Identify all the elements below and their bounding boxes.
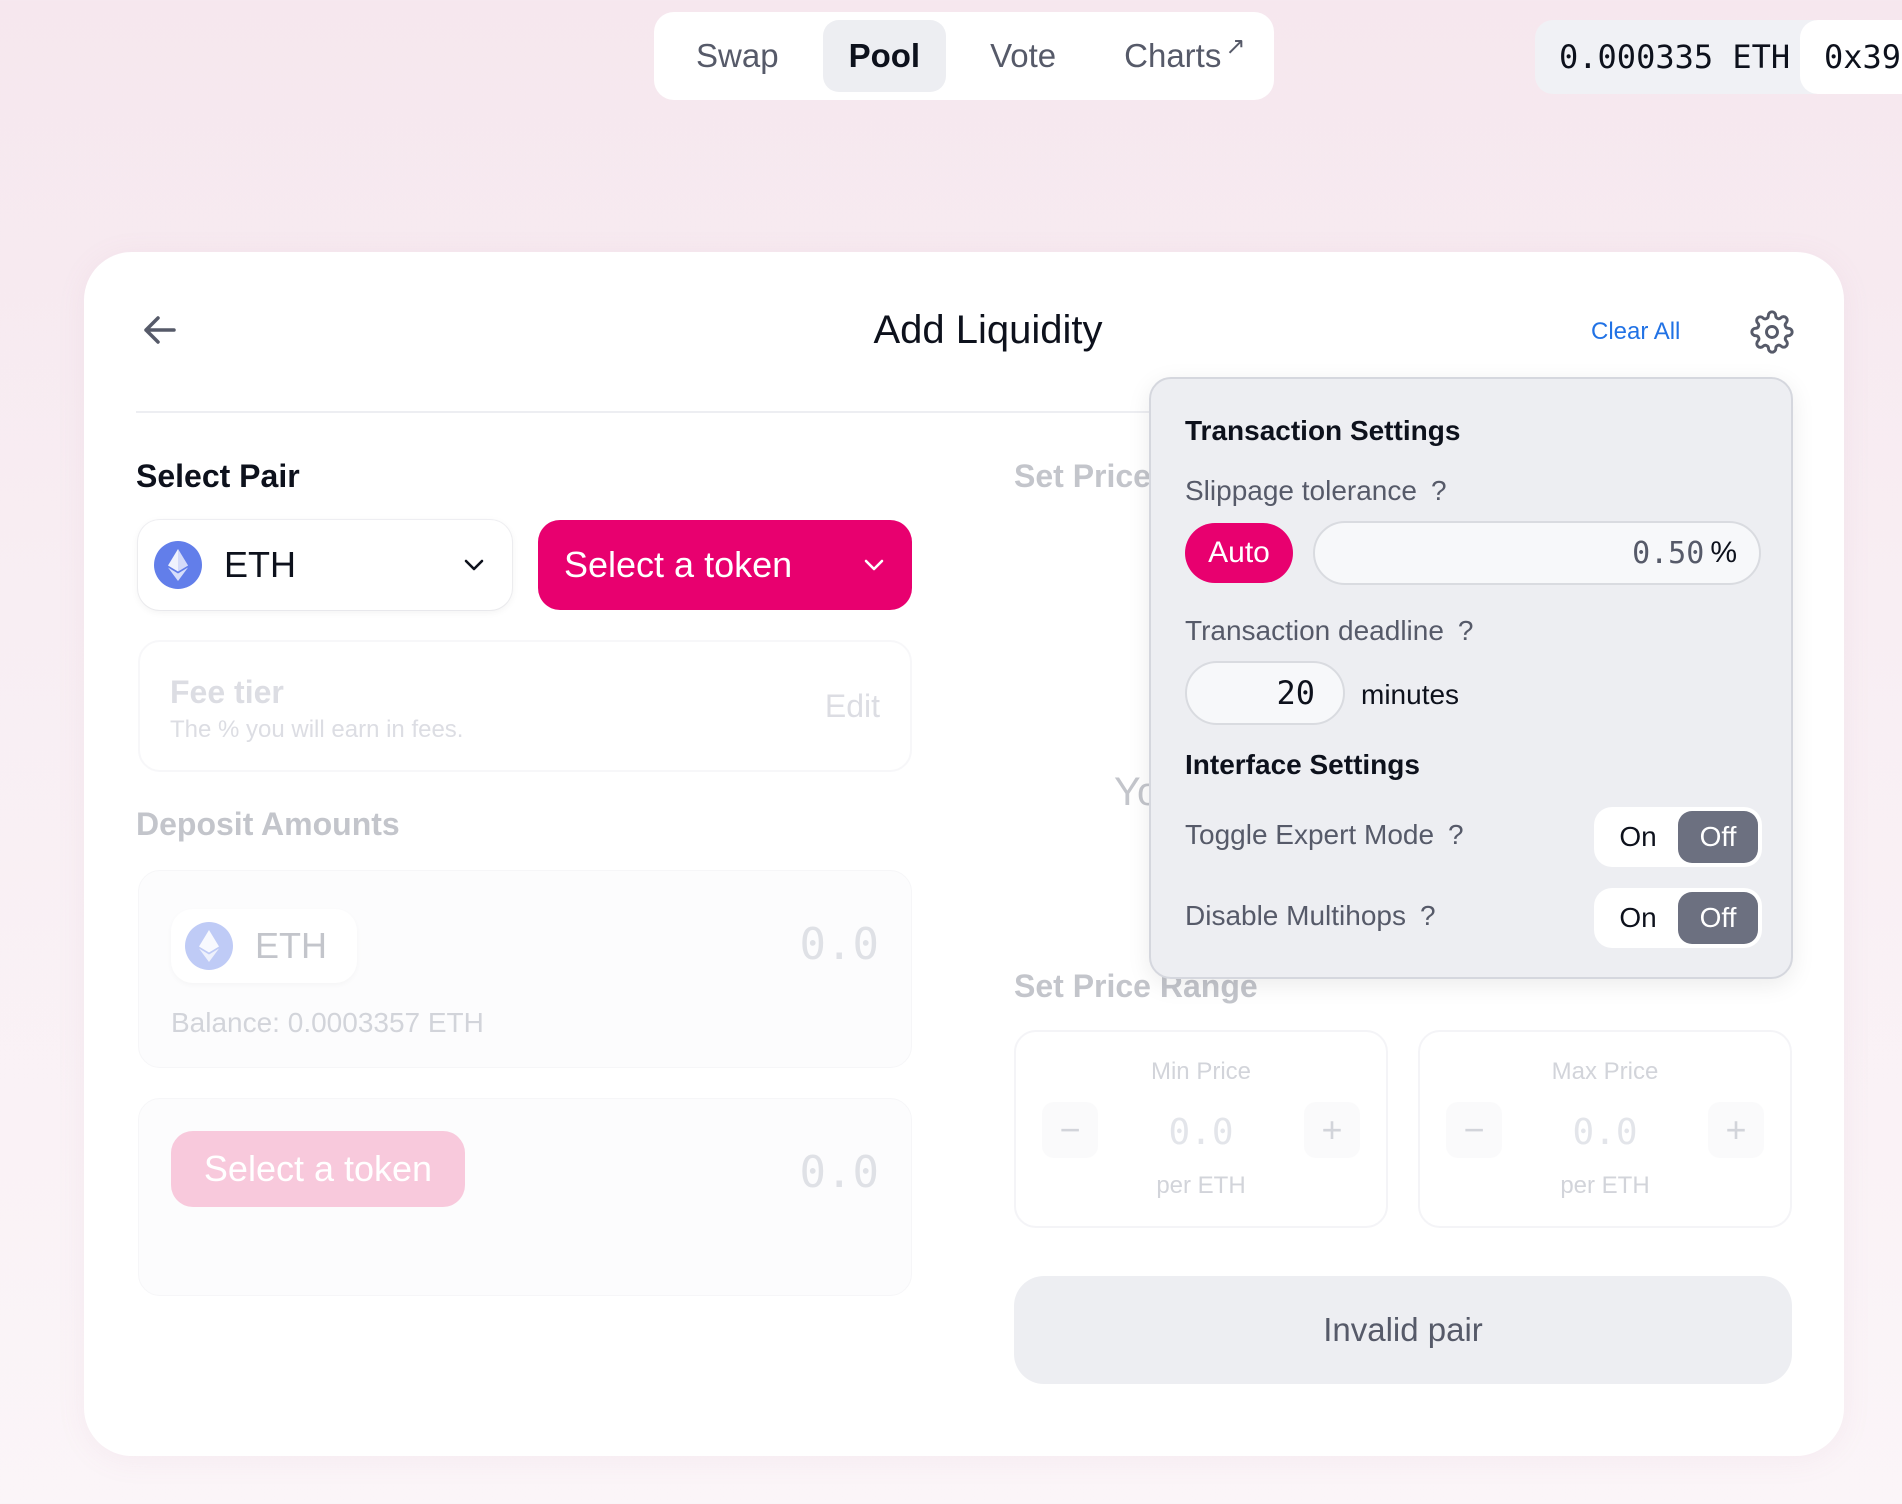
max-price-unit: per ETH	[1560, 1172, 1650, 1199]
help-icon[interactable]: ?	[1431, 475, 1447, 506]
slippage-input[interactable]: 0.50%	[1313, 521, 1761, 585]
external-link-icon: ↗	[1225, 32, 1246, 60]
fee-tier-edit-button[interactable]: Edit	[825, 688, 880, 725]
expert-mode-toggle[interactable]: On Off	[1594, 807, 1762, 867]
min-price-unit: per ETH	[1156, 1172, 1246, 1199]
gear-icon[interactable]	[1750, 310, 1794, 354]
fee-tier-subtitle: The % you will earn in fees.	[170, 716, 464, 743]
chevron-down-icon	[864, 559, 884, 571]
slippage-tolerance-text: Slippage tolerance	[1185, 475, 1417, 506]
nav-swap[interactable]: Swap	[670, 20, 805, 92]
multihops-on[interactable]: On	[1598, 892, 1678, 944]
eth-icon	[154, 541, 202, 589]
top-nav: Swap Pool Vote Charts ↗	[654, 12, 1274, 100]
multihops-off[interactable]: Off	[1678, 892, 1758, 944]
percent-sign: %	[1710, 536, 1737, 569]
fee-tier-title: Fee tier	[170, 674, 284, 710]
expert-mode-on[interactable]: On	[1598, 811, 1678, 863]
deposit-b-amount-input[interactable]: 0.0	[800, 1147, 879, 1198]
expert-mode-text: Toggle Expert Mode	[1185, 819, 1435, 850]
deposit-a-amount-input[interactable]: 0.0	[800, 919, 879, 970]
multihops-text: Disable Multihops	[1185, 900, 1406, 931]
chevron-down-icon	[464, 559, 484, 571]
min-price-title: Min Price	[1150, 1058, 1252, 1085]
deposit-b-box: Select a token 0.0	[138, 1098, 912, 1296]
token-a-symbol: ETH	[224, 544, 296, 585]
select-pair-label: Select Pair	[136, 458, 300, 494]
deposit-b-select-button[interactable]: Select a token	[171, 1131, 465, 1207]
expert-mode-off[interactable]: Off	[1678, 811, 1758, 863]
help-icon[interactable]: ?	[1458, 615, 1474, 646]
wallet-address-button[interactable]: 0x39	[1800, 20, 1902, 94]
deposit-a-symbol: ETH	[255, 925, 327, 966]
slippage-value: 0.50	[1632, 535, 1705, 571]
max-price-title: Max Price	[1551, 1058, 1659, 1085]
max-price-box: Max Price − 0.0 + per ETH	[1418, 1030, 1792, 1228]
nav-pool[interactable]: Pool	[822, 20, 947, 92]
multihops-toggle[interactable]: On Off	[1594, 888, 1762, 948]
help-icon[interactable]: ?	[1420, 900, 1436, 931]
deposit-a-balance: Balance: 0.0003357 ETH	[171, 1007, 484, 1038]
deposit-a-token: ETH	[171, 909, 357, 983]
nav-charts-label: Charts	[1124, 37, 1222, 74]
wallet-balance: 0.000335 ETH	[1535, 20, 1815, 94]
deposit-amounts-label: Deposit Amounts	[136, 806, 400, 842]
nav-vote[interactable]: Vote	[964, 20, 1082, 92]
token-b-select-button[interactable]: Select a token	[538, 520, 912, 610]
eth-icon	[185, 922, 233, 970]
nav-charts[interactable]: Charts ↗	[1098, 20, 1271, 92]
help-icon[interactable]: ?	[1448, 819, 1464, 850]
transaction-settings-title: Transaction Settings	[1185, 415, 1461, 446]
min-price-increment-button[interactable]: +	[1304, 1102, 1360, 1158]
expert-mode-label: Toggle Expert Mode?	[1185, 819, 1464, 851]
deposit-a-box: ETH 0.0 Balance: 0.0003357 ETH	[138, 870, 912, 1068]
min-price-box: Min Price − 0.0 + per ETH	[1014, 1030, 1388, 1228]
settings-popover: Transaction Settings Slippage tolerance?…	[1149, 377, 1793, 979]
token-a-select[interactable]: ETH	[138, 520, 512, 610]
slippage-auto-button[interactable]: Auto	[1185, 523, 1293, 583]
max-price-increment-button[interactable]: +	[1708, 1102, 1764, 1158]
fee-tier-box: Fee tier The % you will earn in fees. Ed…	[138, 640, 912, 772]
deadline-unit: minutes	[1361, 679, 1460, 710]
transaction-deadline-label: Transaction deadline?	[1185, 615, 1473, 647]
invalid-pair-button[interactable]: Invalid pair	[1014, 1276, 1792, 1384]
slippage-tolerance-label: Slippage tolerance?	[1185, 475, 1447, 507]
set-price-label: Set Price	[1014, 458, 1151, 494]
multihops-label: Disable Multihops?	[1185, 900, 1436, 932]
interface-settings-title: Interface Settings	[1185, 749, 1420, 780]
header-divider	[136, 411, 1156, 413]
transaction-deadline-text: Transaction deadline	[1185, 615, 1444, 646]
deadline-input[interactable]: 20	[1185, 661, 1345, 725]
token-b-select-label: Select a token	[564, 544, 793, 585]
clear-all-link[interactable]: Clear All	[1591, 318, 1680, 346]
